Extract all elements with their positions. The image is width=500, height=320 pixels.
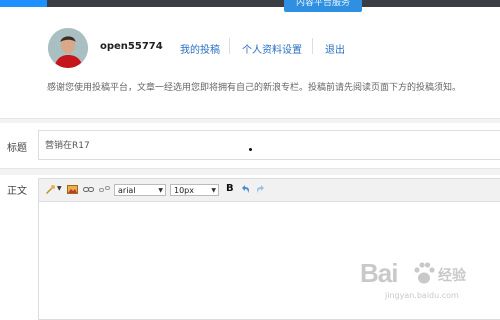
title-field[interactable] (38, 130, 500, 160)
nav-divider (229, 38, 230, 54)
nav-divider (312, 38, 313, 54)
template-icon[interactable] (45, 184, 56, 195)
watermark-url: jingyan.baidu.com (385, 291, 459, 300)
username: open55774 (100, 41, 163, 52)
chevron-down-icon: ▼ (211, 187, 216, 194)
top-bar: 内容平台服务 (0, 0, 500, 12)
nav-profile-settings[interactable]: 个人资料设置 (242, 41, 302, 56)
section-divider (0, 118, 500, 123)
image-icon[interactable] (67, 184, 78, 195)
nav-logout[interactable]: 退出 (325, 41, 345, 56)
top-bar-accent (0, 0, 47, 7)
title-label: 标题 (7, 143, 27, 154)
mouse-cursor (249, 148, 252, 151)
redo-icon[interactable] (255, 184, 266, 195)
unlink-icon[interactable] (99, 184, 110, 195)
watermark-logo: Bai 经验 jingyan.baidu.com (360, 258, 500, 306)
nav-my-submissions[interactable]: 我的投稿 (180, 41, 220, 56)
bold-button[interactable]: B (226, 183, 234, 194)
title-input[interactable] (45, 139, 345, 149)
chevron-down-icon: ▼ (158, 187, 163, 194)
avatar[interactable] (48, 28, 88, 68)
paw-icon (414, 262, 435, 284)
notice-text: 感谢您使用投稿平台，文章一经选用您即将拥有自己的新浪专栏。投稿前请先阅读页面下方… (47, 83, 462, 93)
font-family-select[interactable]: arial ▼ (114, 184, 166, 196)
body-label: 正文 (7, 186, 27, 197)
font-size-select[interactable]: 10px ▼ (170, 184, 219, 196)
font-size-value: 10px (174, 186, 194, 195)
undo-icon[interactable] (240, 184, 251, 195)
watermark-brand: Bai (360, 258, 398, 288)
section-divider (0, 168, 500, 175)
font-family-value: arial (118, 186, 136, 195)
link-icon[interactable] (83, 184, 94, 195)
watermark-cn: 经验 (438, 268, 466, 284)
editor-toolbar: ▼ arial ▼ 10px ▼ B (39, 179, 500, 202)
active-top-tab[interactable]: 内容平台服务 (284, 0, 362, 12)
chevron-down-icon[interactable]: ▼ (57, 185, 62, 192)
